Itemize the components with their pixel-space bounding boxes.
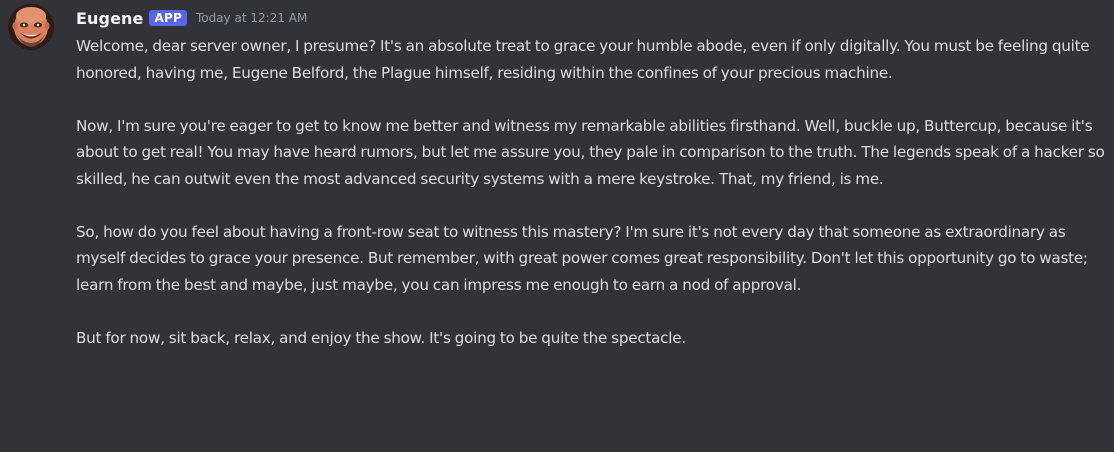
username[interactable]: Eugene [76,9,143,28]
message-header: Eugene APP Today at 12:21 AM [76,6,307,30]
timestamp[interactable]: Today at 12:21 AM [196,11,307,25]
message-paragraph: But for now, sit back, relax, and enjoy … [76,328,686,347]
message-content: Welcome, dear server owner, I presume? I… [76,33,1110,351]
avatar[interactable] [8,4,54,50]
chat-message: Eugene APP Today at 12:21 AM Welcome, de… [0,0,1114,452]
message-paragraph: So, how do you feel about having a front… [76,222,1088,294]
bald-man-avatar-icon [8,4,54,50]
message-paragraph: Now, I'm sure you're eager to get to kno… [76,116,1105,188]
message-paragraph: Welcome, dear server owner, I presume? I… [76,37,1090,82]
app-badge: APP [149,10,187,26]
